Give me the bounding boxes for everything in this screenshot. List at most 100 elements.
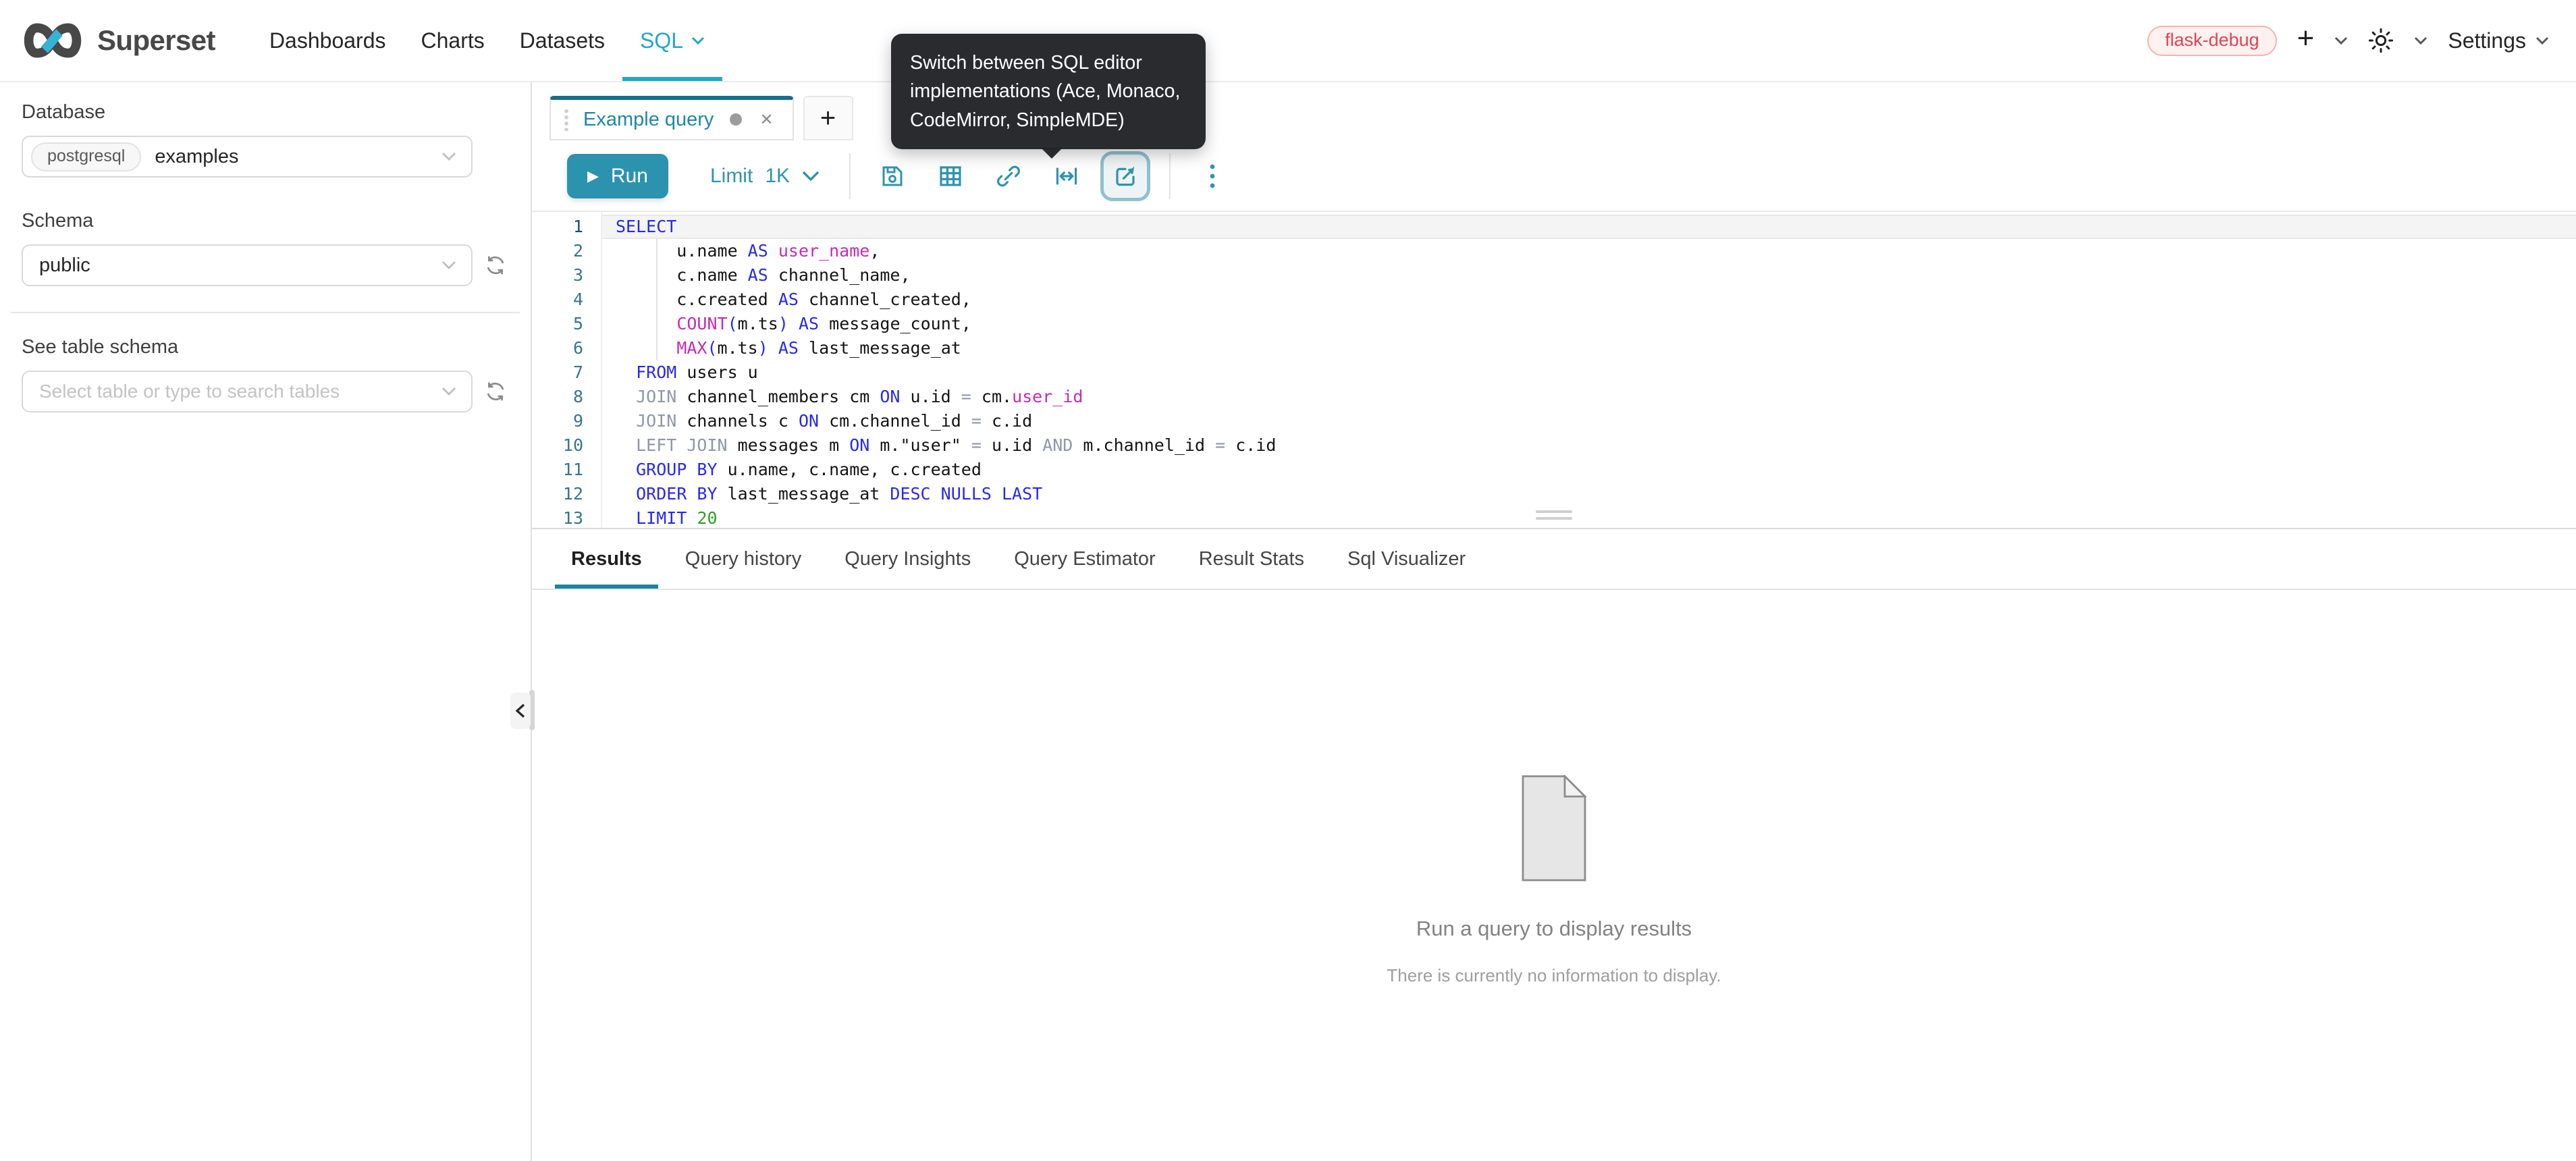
database-dialect-tag: postgresql: [31, 142, 141, 171]
query-tab-title: Example query: [583, 109, 714, 131]
limit-value: 1K: [765, 165, 790, 188]
table-select-placeholder: Select table or type to search tables: [39, 381, 340, 402]
line-number: 3: [532, 263, 601, 288]
save-query-icon[interactable]: [880, 164, 905, 188]
chevron-down-icon[interactable]: [2334, 36, 2348, 45]
chevron-left-icon: [516, 703, 525, 718]
environment-tag: flask-debug: [2147, 26, 2277, 56]
results-table-icon[interactable]: [938, 164, 963, 188]
line-number: 13: [532, 506, 601, 529]
line-number: 8: [532, 385, 601, 409]
nav-item-charts[interactable]: Charts: [403, 0, 502, 81]
superset-sql-lab: Superset Dashboards Charts Datasets SQL …: [0, 0, 2576, 1161]
line-number: 4: [532, 288, 601, 312]
query-tab-example-query[interactable]: Example query ✕: [549, 96, 794, 140]
nav-item-dashboards[interactable]: Dashboards: [252, 0, 404, 81]
run-query-button[interactable]: ▶ Run: [567, 154, 668, 198]
chevron-down-icon: [441, 387, 456, 396]
code-line[interactable]: FROM users u: [602, 360, 2576, 385]
tab-sql-visualizer[interactable]: Sql Visualizer: [1331, 529, 1482, 589]
schema-label: Schema: [22, 210, 509, 232]
navbar-right: flask-debug + Settings: [2147, 0, 2576, 81]
editor-switch-tooltip: Switch between SQL editor implementation…: [891, 34, 1206, 149]
copy-link-icon[interactable]: [996, 164, 1021, 188]
code-line[interactable]: JOIN channel_members cm ON u.id = cm.use…: [602, 385, 2576, 409]
workspace: Database postgresql examples Schema publ…: [0, 82, 2576, 1161]
brand-name: Superset: [97, 24, 215, 57]
chevron-down-icon: [2535, 36, 2549, 45]
row-limit-dropdown[interactable]: Limit 1K: [710, 165, 820, 188]
database-select[interactable]: postgresql examples: [22, 136, 473, 178]
code-line[interactable]: c.created AS channel_created,: [602, 288, 2576, 312]
tab-query-history[interactable]: Query history: [669, 529, 817, 589]
tab-result-stats[interactable]: Result Stats: [1183, 529, 1320, 589]
close-tab-icon[interactable]: ✕: [759, 110, 773, 130]
main-nav: Dashboards Charts Datasets SQL: [252, 0, 722, 81]
refresh-schemas-icon[interactable]: [485, 254, 506, 276]
results-panel: Run a query to display results There is …: [532, 590, 2576, 1161]
table-schema-label: See table schema: [22, 336, 509, 358]
toolbar-divider: [1169, 153, 1171, 199]
sql-editor-pane: Example query ✕ + ▶ Run Limit 1K: [532, 82, 2576, 1161]
code-line[interactable]: JOIN channels c ON cm.channel_id = c.id: [602, 409, 2576, 433]
code-lines[interactable]: SELECT u.name AS user_name, c.name AS ch…: [602, 212, 2576, 528]
schema-value: public: [39, 254, 90, 277]
code-line[interactable]: c.name AS channel_name,: [602, 263, 2576, 288]
line-number: 9: [532, 409, 601, 433]
database-label: Database: [22, 101, 509, 124]
code-line[interactable]: SELECT: [602, 215, 2576, 239]
chevron-down-icon: [691, 36, 705, 45]
line-number: 10: [532, 433, 601, 458]
settings-menu[interactable]: Settings: [2448, 28, 2549, 53]
editor-toolbar: ▶ Run Limit 1K: [532, 142, 2576, 212]
empty-results-subtitle: There is currently no information to dis…: [1387, 965, 1721, 986]
toolbar-divider: [849, 153, 851, 199]
sidebar-divider: [11, 312, 520, 313]
tab-results[interactable]: Results: [555, 529, 658, 589]
line-number: 11: [532, 458, 601, 482]
format-width-icon[interactable]: [1054, 164, 1079, 188]
line-number: 2: [532, 239, 601, 263]
database-value: examples: [155, 146, 238, 168]
code-line[interactable]: MAX(m.ts) AS last_message_at: [602, 336, 2576, 360]
nav-item-sql[interactable]: SQL: [622, 0, 722, 81]
new-item-button[interactable]: +: [2297, 24, 2315, 53]
toolbar-icons: [880, 164, 1079, 188]
table-select[interactable]: Select table or type to search tables: [22, 371, 473, 412]
superset-infinity-icon: [22, 20, 84, 61]
more-options-kebab-icon[interactable]: [1200, 164, 1225, 188]
add-query-tab-button[interactable]: +: [803, 96, 853, 140]
results-tabbar: Results Query history Query Insights Que…: [532, 529, 2576, 590]
code-line[interactable]: LIMIT 20: [602, 506, 2576, 529]
chevron-down-icon: [441, 261, 456, 270]
drag-handle-icon[interactable]: [564, 108, 568, 131]
edit-icon: [1114, 165, 1137, 188]
unsaved-indicator-dot: [730, 113, 742, 126]
switch-editor-implementation-button[interactable]: [1100, 151, 1150, 201]
empty-results-title: Run a query to display results: [1416, 917, 1692, 941]
code-line[interactable]: u.name AS user_name,: [602, 239, 2576, 263]
refresh-tables-icon[interactable]: [485, 381, 506, 402]
play-icon: ▶: [587, 169, 599, 184]
schema-select[interactable]: public: [22, 244, 473, 286]
tab-query-insights[interactable]: Query Insights: [828, 529, 987, 589]
collapse-sidebar-button[interactable]: [510, 693, 531, 729]
chevron-down-icon: [441, 152, 456, 161]
code-line[interactable]: COUNT(m.ts) AS message_count,: [602, 312, 2576, 336]
editor-resize-handle[interactable]: [1536, 510, 1572, 524]
code-line[interactable]: GROUP BY u.name, c.name, c.created: [602, 458, 2576, 482]
superset-logo[interactable]: Superset: [22, 0, 215, 81]
nav-item-datasets[interactable]: Datasets: [502, 0, 622, 81]
code-line[interactable]: ORDER BY last_message_at DESC NULLS LAST: [602, 482, 2576, 506]
sql-lab-sidebar: Database postgresql examples Schema publ…: [0, 82, 532, 1161]
sql-code-editor[interactable]: 12345678910111213 SELECT u.name AS user_…: [532, 212, 2576, 529]
chevron-down-icon[interactable]: [2414, 36, 2427, 45]
gutter: 12345678910111213: [532, 212, 602, 528]
limit-label: Limit: [710, 165, 753, 188]
theme-sun-icon[interactable]: [2368, 28, 2394, 53]
code-line[interactable]: LEFT JOIN messages m ON m."user" = u.id …: [602, 433, 2576, 458]
tab-query-estimator[interactable]: Query Estimator: [998, 529, 1172, 589]
empty-results-state: Run a query to display results There is …: [532, 775, 2576, 986]
line-number: 5: [532, 312, 601, 336]
line-number: 6: [532, 336, 601, 360]
